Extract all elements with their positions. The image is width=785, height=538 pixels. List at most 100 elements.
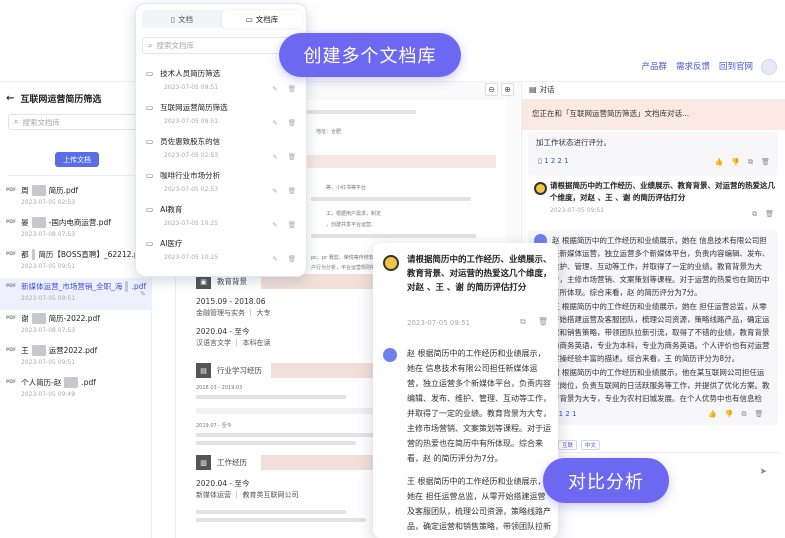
library-title: ← 互联网运营简历筛选 [6, 92, 101, 105]
file-item[interactable]: PDF 个人简历-赵 .pdf 2023-07-05 09:49 [0, 374, 152, 406]
popup-answer: 赵 根据简历中的工作经历和业绩展示，她在 信息技术有限公司担任新媒体运营，独立运… [383, 346, 553, 534]
library-name: ▭ 员佐惠致股东的信 [146, 136, 306, 147]
work-years: 2020.04 - 至今 [196, 479, 250, 488]
pdf-icon: PDF [6, 252, 17, 257]
redaction [31, 185, 46, 196]
answer-paragraph: 赵 根据简历中的工作经历和业绩展示，她在 信息技术有限公司担任新媒体运营，独立运… [552, 236, 770, 296]
dislike-icon[interactable]: 👎 [731, 158, 740, 167]
send-icon[interactable]: ➤ [759, 467, 767, 477]
text-line-a: 工，根据用户需求，制定 [326, 211, 382, 217]
link-official-site[interactable]: 回到官网 [719, 60, 753, 72]
library-list: ▭ 技术人员简历筛选 2023-07-05 09:51 ✎ 🗑 ▭ 互联网运营简历筛选… [136, 68, 306, 272]
file-item[interactable]: PDF 晏 -国内电商运营.pdf 2023-07-08 07:53 [0, 214, 152, 246]
library-item[interactable]: ▭ 技术人员简历筛选 2023-07-05 09:51 ✎ 🗑 [136, 68, 306, 102]
file-item-active[interactable]: PDF 新媒体运营_市场营销_全职_海 .pdf 2023-07-05 09:51 … [0, 278, 152, 310]
search-placeholder: 搜索文档库 [22, 117, 60, 127]
library-actions: ✎ 🗑 [272, 255, 296, 263]
file-item[interactable]: PDF 周 简历.pdf 2023-07-05 02:53 [0, 182, 152, 214]
chat-tab[interactable]: ▤ 对话 [529, 84, 555, 95]
copy-icon[interactable]: ⧉ [748, 158, 753, 167]
pdf-icon: PDF [6, 188, 17, 193]
section-title: 教育背景 [217, 277, 247, 286]
file-name-pre: 王 [21, 346, 29, 355]
like-icon[interactable]: 👍 [708, 410, 717, 419]
question-text: 请根据简历中的工作经历、业绩展示、教育背景、对运营的热爱这几个维度，对赵 、王 … [550, 181, 775, 202]
dislike-icon[interactable]: 👎 [725, 410, 734, 419]
link-feedback[interactable]: 需求反馈 [676, 60, 710, 72]
folder-icon: ▭ [146, 69, 154, 78]
file-item[interactable]: PDF 都简历【BOSS直聘】_62212.pdf 2023-07-05 09:5… [0, 246, 152, 278]
page-refs[interactable]: ▯ 1 2 2 1 [538, 157, 569, 165]
delete-icon[interactable]: 🗑 [288, 85, 296, 93]
folder-icon: ▭ [146, 239, 154, 248]
library-name-text: 员佐惠致股东的信 [160, 137, 221, 146]
delete-icon[interactable]: 🗑 [761, 158, 770, 167]
edit-icon[interactable]: ✎ [140, 290, 146, 298]
text-line-d: 户行为分析，平台运营规则等 [311, 265, 377, 271]
answer-actions: 👍 👎 ⧉ 🗑 [708, 410, 763, 419]
popup-question-text: 请根据简历中的工作经历、业绩展示、教育背景、对运营的热爱这几个维度，对赵 、王 … [407, 255, 552, 293]
link-product-group[interactable]: 产品群 [641, 60, 667, 72]
copy-icon[interactable]: ⧉ [520, 317, 526, 327]
library-search-input[interactable]: ⌕ 搜索文档库 [8, 114, 144, 130]
edit-icon[interactable]: ✎ [272, 119, 277, 127]
chat-icon: ▤ [529, 85, 537, 94]
library-item[interactable]: ▭ 员佐惠致股东的信 2023-07-05 02:53 ✎ 🗑 [136, 136, 306, 170]
back-arrow-icon[interactable]: ← [6, 93, 14, 104]
delete-icon[interactable]: 🗑 [538, 317, 548, 327]
dropdown-search-input[interactable]: ⌕ 搜索文档库 [142, 37, 302, 54]
education-entry: 2015.09 - 2018.06 金融管理与实务 ｜ 大专 [196, 296, 270, 319]
message-actions: 👍 👎 ⧉ 🗑 [715, 158, 770, 167]
delete-icon[interactable]: 🗑 [288, 187, 296, 195]
delete-icon[interactable]: 🗑 [288, 119, 296, 127]
edu-school: 汉语言文学 ｜ 本科在读 [196, 339, 271, 347]
library-item[interactable]: ▭ AI教育 2023-07-05 10:25 ✎ 🗑 [136, 204, 306, 238]
file-name-pre: 谢 [21, 314, 29, 323]
file-name: PDF 都简历【BOSS直聘】_62212.pdf [6, 249, 146, 260]
library-item[interactable]: ▭ AI医疗 2023-07-05 10:25 ✎ 🗑 [136, 238, 306, 272]
callout-compare-analysis: 对比分析 [543, 458, 669, 503]
copy-icon[interactable]: ⧉ [752, 210, 757, 219]
industry-line: 2019.07 - 至今 [196, 423, 232, 429]
zoom-in-icon[interactable]: ⊕ [501, 83, 514, 96]
popup-question: 请根据简历中的工作经历、业绩展示、教育背景、对运营的热爱这几个维度，对赵 、王 … [383, 253, 553, 295]
tab-document[interactable]: ▯ 文档 [142, 10, 222, 28]
zoom-controls: ⊖ ⊕ [485, 83, 514, 96]
edit-icon[interactable]: ✎ [272, 187, 277, 195]
upload-button[interactable]: 上传文档 [55, 152, 99, 167]
file-name-pre: 新媒体运营_市场营销_全职_海 [21, 282, 123, 291]
library-item[interactable]: ▭ 互联网运营简历筛选 2023-07-05 09:51 ✎ 🗑 [136, 102, 306, 136]
file-item[interactable]: PDF 王 运营2022.pdf 2023-07-05 09:51 [0, 342, 152, 374]
copy-icon[interactable]: ⧉ [741, 410, 746, 419]
delete-icon[interactable]: 🗑 [288, 153, 296, 161]
user-question: 请根据简历中的工作经历、业绩展示、教育背景、对运营的热爱这几个维度，对赵 、王 … [528, 180, 778, 218]
like-icon[interactable]: 👍 [715, 158, 724, 167]
answer-popup-card: 请根据简历中的工作经历、业绩展示、教育背景、对运营的热爱这几个维度，对赵 、王 … [373, 243, 558, 538]
library-actions: ✎ 🗑 [272, 85, 296, 93]
user-avatar[interactable] [761, 59, 777, 75]
divider [8, 175, 144, 176]
delete-icon[interactable]: 🗑 [754, 410, 763, 419]
text-line-b: ，创建共享平台运营、 [326, 222, 377, 228]
tab-library[interactable]: ▭ 文档库 [222, 10, 302, 28]
file-name-pre: 周 [21, 186, 29, 195]
text-line [196, 441, 356, 445]
user-avatar-icon [383, 255, 399, 271]
edit-icon[interactable]: ✎ [272, 221, 277, 229]
assistant-message: 加工作状态进行评分。 ▯ 1 2 2 1 👍 👎 ⧉ 🗑 [528, 132, 778, 176]
delete-icon[interactable]: 🗑 [288, 255, 296, 263]
education-entry: 2020.04 - 至今 汉语言文学 ｜ 本科在读 [196, 326, 270, 349]
file-item[interactable]: PDF 谢 简历-2022.pdf 2023-07-08 07:53 [0, 310, 152, 342]
delete-icon[interactable]: 🗑 [765, 210, 774, 219]
zoom-out-icon[interactable]: ⊖ [485, 83, 498, 96]
edit-icon[interactable]: ✎ [272, 153, 277, 161]
edit-icon[interactable]: ✎ [272, 85, 277, 93]
library-item[interactable]: ▭ 咖啡行业市场分析 2023-07-05 02:53 ✎ 🗑 [136, 170, 306, 204]
file-name-post: .pdf [81, 378, 96, 387]
tag[interactable]: 中文 [581, 440, 601, 450]
file-date: 2023-07-05 09:51 [21, 359, 76, 366]
delete-icon[interactable]: 🗑 [288, 221, 296, 229]
tag[interactable]: 互联 [558, 440, 578, 450]
edit-icon[interactable]: ✎ [272, 255, 277, 263]
edu-years: 2015.09 - 2018.06 [196, 297, 266, 306]
